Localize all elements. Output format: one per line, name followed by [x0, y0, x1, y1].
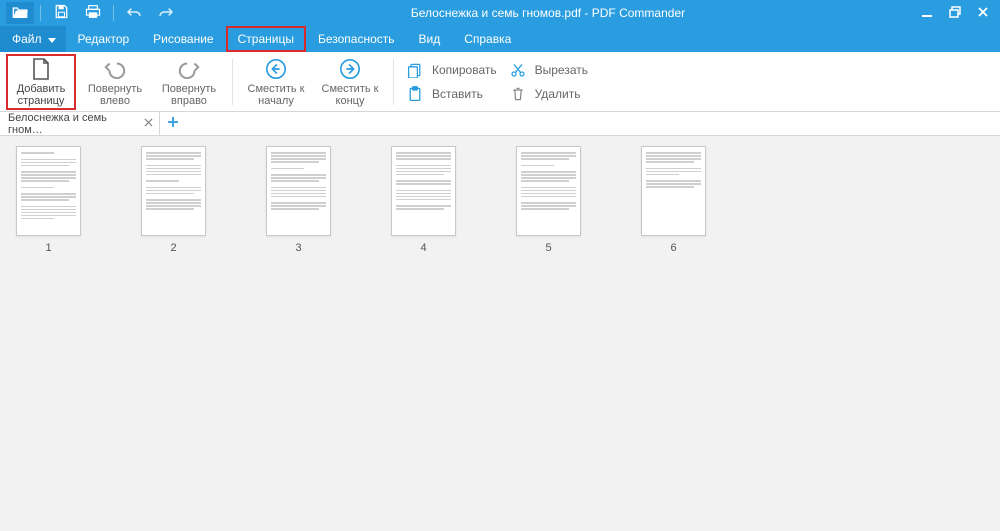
menu-label: Вид	[419, 32, 441, 46]
menu-file[interactable]: Файл	[0, 26, 66, 52]
menu-pages[interactable]: Страницы	[226, 26, 306, 52]
rotate-left-button[interactable]: Повернутьвлево	[80, 54, 150, 110]
page-add-icon	[30, 58, 52, 80]
tool-label: Добавитьстраницу	[17, 83, 66, 107]
document-tab[interactable]: Белоснежка и семь гном…	[0, 112, 160, 135]
trash-icon	[509, 85, 527, 103]
titlebar: Белоснежка и семь гномов.pdf - PDF Comma…	[0, 0, 1000, 26]
rotate-left-icon	[104, 58, 126, 80]
restore-button[interactable]	[944, 2, 966, 24]
menubar: Файл Редактор Рисование Страницы Безопас…	[0, 26, 1000, 52]
tab-close-button[interactable]	[141, 117, 155, 131]
minimize-button[interactable]	[916, 2, 938, 24]
page-number: 2	[170, 242, 176, 254]
separator	[232, 59, 233, 105]
folder-open-icon	[12, 5, 28, 22]
print-button[interactable]	[79, 2, 107, 24]
undo-icon	[126, 6, 142, 21]
redo-icon	[158, 6, 174, 21]
window-controls	[916, 2, 994, 24]
page-number: 1	[45, 242, 51, 254]
tool-label: Повернутьвправо	[162, 83, 216, 107]
rotate-right-button[interactable]: Повернутьвправо	[154, 54, 224, 110]
clip-label: Удалить	[535, 87, 581, 101]
cut-icon	[509, 61, 527, 79]
tool-label: Сместить кконцу	[322, 83, 379, 107]
page-preview	[641, 146, 706, 236]
menu-file-label: Файл	[12, 32, 42, 46]
save-icon	[54, 4, 69, 22]
move-to-start-button[interactable]: Сместить кначалу	[241, 54, 311, 110]
page-number: 6	[670, 242, 676, 254]
toolbar: Добавитьстраницу Повернутьвлево Повернут…	[0, 52, 1000, 112]
print-icon	[85, 4, 101, 22]
menu-drawing[interactable]: Рисование	[141, 26, 225, 52]
chevron-down-icon	[48, 32, 56, 46]
page-thumbnail[interactable]: 2	[141, 146, 206, 254]
tool-label: Сместить кначалу	[248, 83, 305, 107]
window-title: Белоснежка и семь гномов.pdf - PDF Comma…	[180, 6, 916, 20]
cut-button[interactable]: Вырезать	[509, 61, 588, 79]
page-number: 3	[295, 242, 301, 254]
page-thumbnails: 1 2 3 4	[0, 136, 1000, 531]
page-preview	[141, 146, 206, 236]
separator	[40, 5, 41, 21]
paste-icon	[406, 85, 424, 103]
menu-editor[interactable]: Редактор	[66, 26, 142, 52]
menu-security[interactable]: Безопасность	[306, 26, 407, 52]
tool-label: Повернутьвлево	[88, 83, 142, 107]
page-thumbnail[interactable]: 4	[391, 146, 456, 254]
minimize-icon	[921, 6, 933, 21]
page-thumbnail[interactable]: 1	[16, 146, 81, 254]
close-icon	[144, 118, 153, 130]
page-preview	[391, 146, 456, 236]
add-page-button[interactable]: Добавитьстраницу	[6, 54, 76, 110]
separator	[113, 5, 114, 21]
menu-label: Справка	[464, 32, 511, 46]
separator	[393, 59, 394, 105]
close-button[interactable]	[972, 2, 994, 24]
arrow-left-circle-icon	[265, 58, 287, 80]
page-thumbnail[interactable]: 5	[516, 146, 581, 254]
page-preview	[16, 146, 81, 236]
arrow-right-circle-icon	[339, 58, 361, 80]
page-number: 4	[420, 242, 426, 254]
page-number: 5	[545, 242, 551, 254]
page-thumbnail[interactable]: 6	[641, 146, 706, 254]
close-icon	[977, 6, 989, 21]
clipboard-right: Вырезать Удалить	[503, 52, 594, 111]
rotate-right-icon	[178, 58, 200, 80]
menu-label: Редактор	[78, 32, 130, 46]
tab-label: Белоснежка и семь гном…	[8, 112, 141, 136]
restore-icon	[949, 6, 961, 21]
document-tabstrip: Белоснежка и семь гном…	[0, 112, 1000, 136]
page-preview	[266, 146, 331, 236]
paste-button[interactable]: Вставить	[406, 85, 497, 103]
copy-icon	[406, 61, 424, 79]
clipboard-left: Копировать Вставить	[400, 52, 503, 111]
delete-button[interactable]: Удалить	[509, 85, 588, 103]
page-preview	[516, 146, 581, 236]
menu-label: Безопасность	[318, 32, 395, 46]
menu-label: Рисование	[153, 32, 213, 46]
add-tab-button[interactable]	[160, 112, 186, 135]
copy-button[interactable]: Копировать	[406, 61, 497, 79]
clip-label: Вырезать	[535, 63, 588, 77]
menu-view[interactable]: Вид	[407, 26, 453, 52]
quick-access	[6, 2, 180, 24]
clip-label: Копировать	[432, 63, 497, 77]
menu-help[interactable]: Справка	[452, 26, 523, 52]
open-button[interactable]	[6, 2, 34, 24]
menu-label: Страницы	[238, 32, 294, 46]
save-button[interactable]	[47, 2, 75, 24]
plus-icon	[167, 116, 179, 131]
clip-label: Вставить	[432, 87, 483, 101]
move-to-end-button[interactable]: Сместить кконцу	[315, 54, 385, 110]
redo-button[interactable]	[152, 2, 180, 24]
page-thumbnail[interactable]: 3	[266, 146, 331, 254]
undo-button[interactable]	[120, 2, 148, 24]
